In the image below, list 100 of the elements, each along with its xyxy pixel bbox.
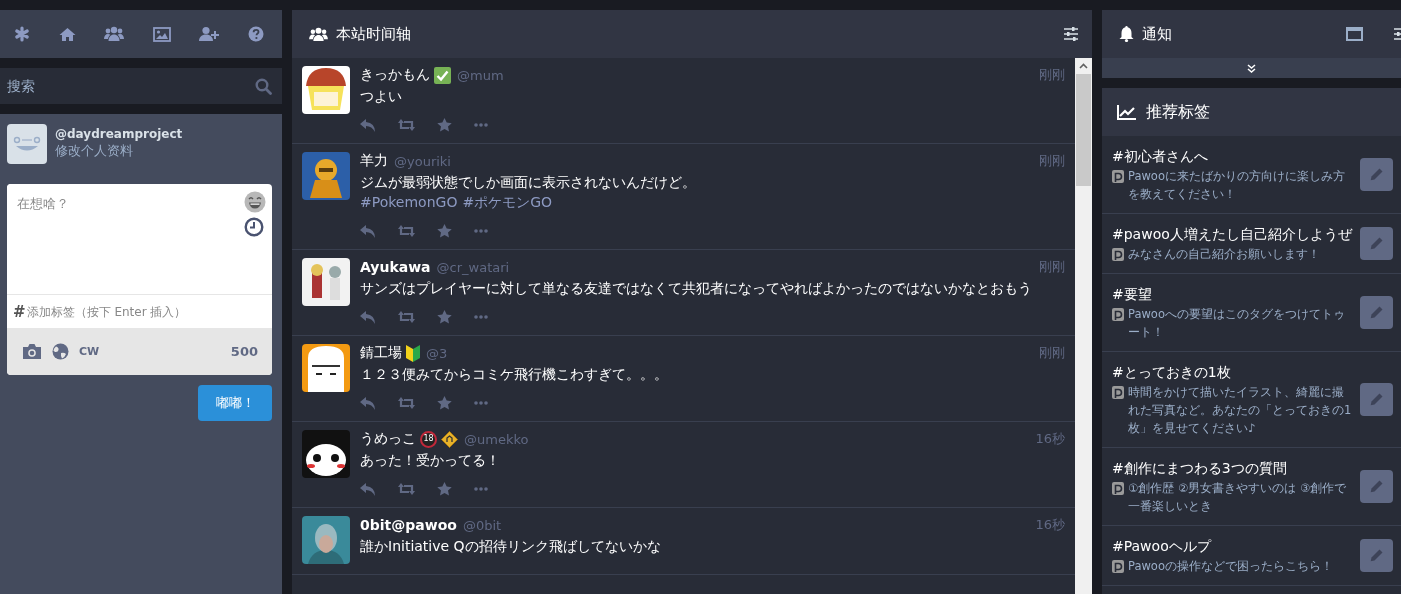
display-name[interactable]: 羊力 (360, 152, 388, 170)
column-title: 通知 (1142, 24, 1172, 44)
edit-button[interactable] (1360, 383, 1393, 416)
edit-button[interactable] (1360, 158, 1393, 191)
hashtag-link[interactable]: #pawoo人増えたし自己紹介しようぜ (1112, 224, 1352, 244)
hashtag-link[interactable]: #ポケモンGO (462, 192, 552, 212)
hashtag-link[interactable]: #Pawooヘルプ (1112, 536, 1352, 556)
image-icon[interactable] (152, 26, 171, 42)
tag-description: Pawooに来たばかりの方向けに楽しみ方を教えてください！ (1128, 168, 1346, 203)
globe-icon[interactable] (52, 343, 69, 360)
post-text: １２３便みてからコミケ飛行機こわすぎて。。。 (360, 365, 669, 384)
warning-sign-icon (441, 430, 458, 448)
username[interactable]: @0bit (462, 517, 502, 533)
search-field[interactable]: 搜索 (0, 68, 282, 104)
hashtag-link[interactable]: #要望 (1112, 284, 1352, 304)
tag-description: みなさんの自己紹介お願いします！ (1128, 246, 1320, 263)
boost-icon[interactable] (398, 119, 415, 131)
tag-description: ①創作歴 ②男女書きやすいのは ③創作で一番楽しいとき (1128, 480, 1348, 515)
more-icon[interactable] (474, 229, 488, 233)
camera-icon[interactable] (22, 343, 42, 360)
pencil-icon (1370, 306, 1383, 319)
people-icon[interactable] (104, 26, 125, 42)
username[interactable]: @youriki (394, 153, 451, 169)
post-text: サンズはプレイヤーに対して単なる友達ではなくて共犯者になってやればよかったのではないかなとおもう (360, 279, 1033, 298)
timestamp[interactable]: 刚刚 (1039, 66, 1065, 84)
boost-icon[interactable] (398, 397, 415, 409)
edit-button[interactable] (1360, 470, 1393, 503)
reply-icon[interactable] (360, 396, 376, 410)
hashtag-link[interactable]: #とっておきの1枚 (1112, 362, 1352, 382)
trend-chart-icon (1117, 104, 1136, 120)
reply-icon[interactable] (360, 482, 376, 496)
pawoo-logo-icon (1112, 386, 1124, 399)
more-icon[interactable] (474, 123, 488, 127)
tag-field[interactable]: #添加标签（按下 Enter 插入） (7, 295, 272, 328)
edit-button[interactable] (1360, 296, 1393, 329)
edit-profile-link[interactable]: 修改个人资料 (55, 142, 183, 160)
scrollbar[interactable] (1075, 58, 1092, 594)
check-badge-icon (434, 66, 451, 84)
clock-icon[interactable] (244, 217, 264, 237)
scrollbar-thumb[interactable] (1076, 74, 1091, 186)
timestamp[interactable]: 刚刚 (1039, 344, 1065, 362)
reply-icon[interactable] (360, 224, 376, 238)
search-input[interactable]: 搜索 (7, 78, 249, 94)
timestamp[interactable]: 16秒 (1035, 516, 1065, 534)
boost-icon[interactable] (398, 483, 415, 495)
star-icon[interactable] (437, 482, 452, 496)
timestamp[interactable]: 刚刚 (1039, 152, 1065, 170)
asterisk-icon[interactable] (14, 26, 31, 42)
edit-button[interactable] (1360, 227, 1393, 260)
username[interactable]: @cr_watari (436, 259, 510, 275)
character-count: 500 (230, 344, 258, 359)
add-user-icon[interactable] (199, 26, 220, 42)
timestamp[interactable]: 刚刚 (1039, 258, 1065, 276)
home-icon[interactable] (58, 26, 76, 42)
pencil-icon (1370, 393, 1383, 406)
edit-button[interactable] (1360, 539, 1393, 572)
avatar (7, 124, 47, 164)
display-name[interactable]: きっかもん (360, 66, 430, 84)
more-icon[interactable] (474, 315, 488, 319)
pawoo-logo-icon (1112, 560, 1124, 573)
post-text: ジムが最弱状態でしか画面に表示されないんだけど。 (360, 173, 697, 192)
column-title: 本站时间轴 (336, 24, 411, 44)
pencil-icon (1370, 237, 1383, 250)
more-icon[interactable] (474, 401, 488, 405)
display-name[interactable]: うめっこ (360, 430, 416, 448)
more-icon[interactable] (474, 487, 488, 491)
emoji-icon[interactable] (244, 191, 266, 213)
settings-icon[interactable] (1063, 26, 1079, 42)
username[interactable]: @umekko (464, 431, 529, 447)
scroll-up-icon (1079, 63, 1088, 69)
hashtag-link[interactable]: #初心者さんへ (1112, 146, 1352, 166)
hashtag-link[interactable]: #創作にまつわる3つの質問 (1112, 458, 1352, 478)
panel-title: 推荐标签 (1146, 101, 1210, 123)
reply-icon[interactable] (360, 118, 376, 132)
tag-description: Pawooへの要望はこのタグをつけてトゥート！ (1128, 306, 1346, 341)
display-name[interactable]: 錆工場 (360, 344, 402, 362)
pawoo-logo-icon (1112, 248, 1124, 261)
display-name[interactable]: Ayukawa (360, 259, 431, 275)
post-text: つよい (360, 87, 403, 106)
beginner-mark-icon (406, 344, 420, 362)
cw-toggle[interactable]: CW (79, 345, 100, 358)
pencil-icon (1370, 549, 1383, 562)
window-icon[interactable] (1346, 27, 1363, 41)
timestamp[interactable]: 16秒 (1035, 430, 1065, 448)
tag-description: Pawooの操作などで困ったらこちら！ (1128, 558, 1333, 575)
username[interactable]: @3 (426, 345, 448, 361)
reply-icon[interactable] (360, 310, 376, 324)
bell-icon (1119, 26, 1134, 42)
boost-icon[interactable] (398, 225, 415, 237)
expand-icon (1247, 63, 1256, 73)
help-icon[interactable] (247, 26, 264, 42)
username[interactable]: @mum (457, 67, 504, 83)
star-icon[interactable] (437, 118, 452, 132)
star-icon[interactable] (437, 224, 452, 238)
toot-button[interactable]: 嘟嘟！ (198, 385, 272, 421)
star-icon[interactable] (437, 310, 452, 324)
star-icon[interactable] (437, 396, 452, 410)
hashtag-link[interactable]: #PokemonGO (360, 192, 458, 212)
boost-icon[interactable] (398, 311, 415, 323)
display-name[interactable]: 0bit@pawoo (360, 517, 457, 533)
